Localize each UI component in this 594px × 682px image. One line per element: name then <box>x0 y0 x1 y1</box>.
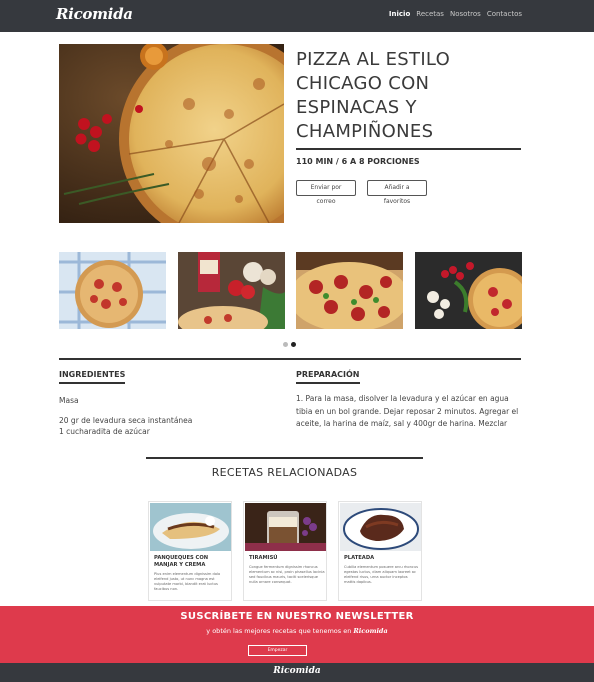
related-card[interactable]: PANQUEQUES CON MANJAR Y CREMA Plus enim … <box>148 501 232 601</box>
related-card-title: PANQUEQUES CON MANJAR Y CREMA <box>154 555 209 568</box>
footer: Ricomida <box>0 663 594 682</box>
newsletter-brand: Ricomida <box>353 627 388 635</box>
recipe-hero-image <box>59 44 284 223</box>
related-card-image <box>245 503 326 551</box>
ingredient-item: 1 cucharadita de azúcar <box>59 427 150 436</box>
preparation-text: 1. Para la masa, disolver la levadura y … <box>296 394 519 433</box>
gallery-thumbnail[interactable] <box>296 252 403 329</box>
related-card-image <box>340 503 421 551</box>
related-card-text: Congue fermentum dignissim rhoncus eleme… <box>249 565 325 584</box>
add-favorite-button[interactable]: Añadir a favoritos <box>367 180 427 205</box>
related-card-text: Plus enim elementum dignissim dolo eleif… <box>154 572 221 591</box>
title-divider <box>296 148 521 150</box>
gallery-dot[interactable] <box>283 342 288 347</box>
newsletter-subtitle: y obtén las mejores recetas que tenemos … <box>0 627 594 635</box>
footer-brand-logo[interactable]: Ricomida <box>0 666 594 676</box>
related-card[interactable]: PLATEADA Cubilia elementum posuere arcu … <box>338 501 422 601</box>
ingredient-item: 20 gr de levadura seca instantánea <box>59 416 193 425</box>
ingredients-list: Masa 20 gr de levadura seca instantánea … <box>59 395 279 437</box>
gallery-thumbnail[interactable] <box>178 252 285 329</box>
ingredients-heading: INGREDIENTES <box>59 370 126 384</box>
preparation-heading: PREPARACIÓN <box>296 370 360 384</box>
related-divider <box>146 457 423 459</box>
ingredient-group: Masa <box>59 396 79 405</box>
related-card-image <box>150 503 231 551</box>
brand-logo[interactable]: Ricomida <box>56 5 133 23</box>
gallery-pagination <box>283 342 296 347</box>
gallery-dot-active[interactable] <box>291 342 296 347</box>
newsletter-start-button[interactable]: Empezar <box>248 645 307 656</box>
newsletter-banner: SUSCRÍBETE EN NUESTRO NEWSLETTER y obtén… <box>0 606 594 663</box>
nav-link-nosotros[interactable]: Nosotros <box>450 10 481 18</box>
newsletter-subtitle-text: y obtén las mejores recetas que tenemos … <box>206 627 352 635</box>
related-card-title: TIRAMISÚ <box>249 555 278 561</box>
send-email-button[interactable]: Enviar por correo <box>296 180 356 205</box>
related-heading: RECETAS RELACIONADAS <box>211 466 358 479</box>
related-card-title: PLATEADA <box>344 555 375 561</box>
nav-link-recetas[interactable]: Recetas <box>416 10 444 18</box>
newsletter-title: SUSCRÍBETE EN NUESTRO NEWSLETTER <box>180 611 414 622</box>
related-card[interactable]: TIRAMISÚ Congue fermentum dignissim rhon… <box>243 501 327 601</box>
recipe-title: PIZZA AL ESTILO CHICAGO CON ESPINACAS Y … <box>296 49 451 142</box>
nav-link-inicio[interactable]: Inicio <box>389 10 410 18</box>
related-card-text: Cubilia elementum posuere arcu rhoncus e… <box>344 565 419 584</box>
top-navbar: Ricomida Inicio Recetas Nosotros Contact… <box>0 0 594 32</box>
main-nav: Inicio Recetas Nosotros Contactos <box>389 10 522 18</box>
gallery-thumbnail[interactable] <box>59 252 166 329</box>
recipe-meta: 110 MIN / 6 A 8 PORCIONES <box>296 157 420 166</box>
nav-link-contactos[interactable]: Contactos <box>487 10 522 18</box>
gallery-thumbnail[interactable] <box>415 252 522 329</box>
section-divider <box>59 358 521 360</box>
